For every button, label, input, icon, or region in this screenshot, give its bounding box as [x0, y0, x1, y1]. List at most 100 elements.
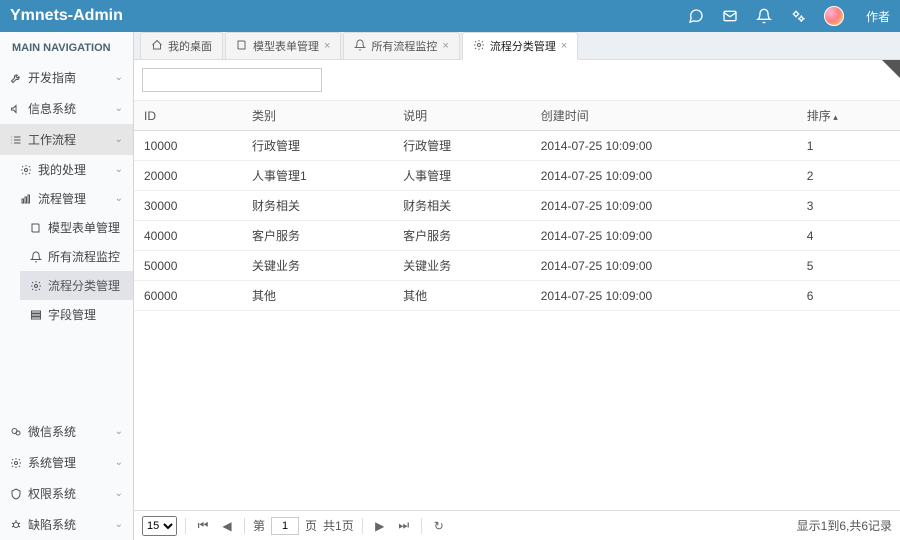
- sidebar-item-label: 所有流程监控: [48, 248, 120, 265]
- page-prefix: 第: [253, 517, 265, 534]
- wrench-icon: [10, 72, 22, 84]
- cell-id: 40000: [134, 221, 242, 251]
- table-row[interactable]: 40000客户服务客户服务2014-07-25 10:09:004: [134, 221, 900, 251]
- search-input[interactable]: [142, 68, 322, 92]
- toolbar: [134, 60, 900, 101]
- cell-sort: 3: [797, 191, 900, 221]
- cell-created: 2014-07-25 10:09:00: [531, 281, 797, 311]
- tab-流程分类管理[interactable]: 流程分类管理×: [462, 32, 578, 60]
- chevron-down-icon: ⌄: [115, 519, 123, 530]
- table-row[interactable]: 60000其他其他2014-07-25 10:09:006: [134, 281, 900, 311]
- chevron-down-icon: ⌄: [115, 72, 123, 83]
- tab-模型表单管理[interactable]: 模型表单管理 ×: [225, 32, 341, 59]
- sidebar-item-流程管理[interactable]: 流程管理⌄: [10, 184, 133, 213]
- sidebar-item-label: 流程分类管理: [48, 277, 120, 294]
- chat-icon[interactable]: [688, 8, 704, 24]
- cell-desc: 财务相关: [393, 191, 531, 221]
- table-row[interactable]: 20000人事管理1人事管理2014-07-25 10:09:002: [134, 161, 900, 191]
- sidebar-item-label: 字段管理: [48, 306, 96, 323]
- cell-desc: 其他: [393, 281, 531, 311]
- bug-icon: [10, 519, 22, 531]
- list2-icon: [30, 309, 42, 321]
- cell-id: 30000: [134, 191, 242, 221]
- close-icon[interactable]: ×: [561, 40, 567, 52]
- sidebar-item-微信系统[interactable]: 微信系统⌄: [0, 416, 133, 447]
- sidebar-item-label: 缺陷系统: [28, 516, 76, 533]
- cell-cat: 客户服务: [242, 221, 393, 251]
- table-row[interactable]: 50000关键业务关键业务2014-07-25 10:09:005: [134, 251, 900, 281]
- tab-我的桌面[interactable]: 我的桌面: [140, 32, 223, 59]
- logo[interactable]: Ymnets-Admin: [10, 7, 140, 25]
- bell-icon: [30, 251, 42, 263]
- speaker-icon: [10, 103, 22, 115]
- sidebar-item-工作流程[interactable]: 工作流程⌄: [0, 124, 133, 155]
- tab-label: 模型表单管理: [253, 38, 319, 54]
- sidebar-item-label: 我的处理: [38, 161, 86, 178]
- col-sort[interactable]: 排序: [797, 101, 900, 131]
- header-icons: 作者: [688, 6, 890, 26]
- sidebar-item-字段管理[interactable]: 字段管理: [20, 300, 133, 329]
- mail-icon[interactable]: [722, 8, 738, 24]
- tab-所有流程监控[interactable]: 所有流程监控×: [343, 32, 459, 59]
- cell-id: 60000: [134, 281, 242, 311]
- col-id[interactable]: ID: [134, 101, 242, 131]
- chevron-down-icon: ⌄: [115, 103, 123, 114]
- col-created[interactable]: 创建时间: [531, 101, 797, 131]
- table-row[interactable]: 30000财务相关财务相关2014-07-25 10:09:003: [134, 191, 900, 221]
- wechat-icon: [10, 426, 22, 438]
- prev-page-icon[interactable]: ◀: [218, 517, 236, 535]
- col-cat[interactable]: 类别: [242, 101, 393, 131]
- sidebar-item-label: 系统管理: [28, 454, 76, 471]
- chevron-down-icon: ⌄: [115, 164, 123, 175]
- bell-icon: [354, 39, 366, 54]
- sidebar-item-label: 权限系统: [28, 485, 76, 502]
- sidebar-item-缺陷系统[interactable]: 缺陷系统 ⌄: [0, 509, 133, 540]
- corner-fold-icon[interactable]: [882, 60, 900, 78]
- header: Ymnets-Admin 作者: [0, 0, 900, 32]
- last-page-icon[interactable]: ⏭: [395, 517, 413, 535]
- book-icon: [30, 222, 42, 234]
- user-label[interactable]: 作者: [866, 8, 890, 25]
- cell-created: 2014-07-25 10:09:00: [531, 221, 797, 251]
- page-suffix: 页: [305, 517, 317, 534]
- cell-desc: 行政管理: [393, 131, 531, 161]
- cell-sort: 4: [797, 221, 900, 251]
- page-input[interactable]: [271, 517, 299, 535]
- col-desc[interactable]: 说明: [393, 101, 531, 131]
- page-size-select[interactable]: 15: [142, 516, 177, 536]
- close-icon[interactable]: ×: [442, 40, 448, 52]
- pager: 15 ⏮ ◀ 第 页 共1页 ▶ ⏭ ↻ 显示1到6,共6记录: [134, 510, 900, 540]
- sidebar-item-权限系统[interactable]: 权限系统⌄: [0, 478, 133, 509]
- gear-icon: [10, 457, 22, 469]
- sidebar-item-开发指南[interactable]: 开发指南⌄: [0, 62, 133, 93]
- close-icon[interactable]: ×: [324, 40, 330, 52]
- bell-icon[interactable]: [756, 8, 772, 24]
- next-page-icon[interactable]: ▶: [371, 517, 389, 535]
- total-pages: 共1页: [323, 517, 354, 534]
- first-page-icon[interactable]: ⏮: [194, 517, 212, 535]
- cell-created: 2014-07-25 10:09:00: [531, 191, 797, 221]
- cell-sort: 5: [797, 251, 900, 281]
- cell-desc: 关键业务: [393, 251, 531, 281]
- table-row[interactable]: 10000行政管理行政管理2014-07-25 10:09:001: [134, 131, 900, 161]
- sidebar-item-模型表单管理[interactable]: 模型表单管理: [20, 213, 133, 242]
- sidebar-item-我的处理[interactable]: 我的处理 ⌄: [10, 155, 133, 184]
- cell-cat: 人事管理1: [242, 161, 393, 191]
- cell-id: 20000: [134, 161, 242, 191]
- cogs-icon[interactable]: [790, 8, 806, 24]
- pager-summary: 显示1到6,共6记录: [797, 517, 892, 534]
- sidebar-item-所有流程监控[interactable]: 所有流程监控: [20, 242, 133, 271]
- gear-icon: [30, 280, 42, 292]
- sidebar-item-label: 信息系统: [28, 100, 76, 117]
- list-icon: [10, 134, 22, 146]
- cell-created: 2014-07-25 10:09:00: [531, 131, 797, 161]
- sidebar-item-系统管理[interactable]: 系统管理⌄: [0, 447, 133, 478]
- chevron-down-icon: ⌄: [115, 426, 123, 437]
- sidebar-item-信息系统[interactable]: 信息系统 ⌄: [0, 93, 133, 124]
- refresh-icon[interactable]: ↻: [430, 517, 448, 535]
- avatar[interactable]: [824, 6, 844, 26]
- cell-cat: 财务相关: [242, 191, 393, 221]
- cell-cat: 关键业务: [242, 251, 393, 281]
- home-icon: [151, 39, 163, 54]
- sidebar-item-流程分类管理[interactable]: 流程分类管理: [20, 271, 133, 300]
